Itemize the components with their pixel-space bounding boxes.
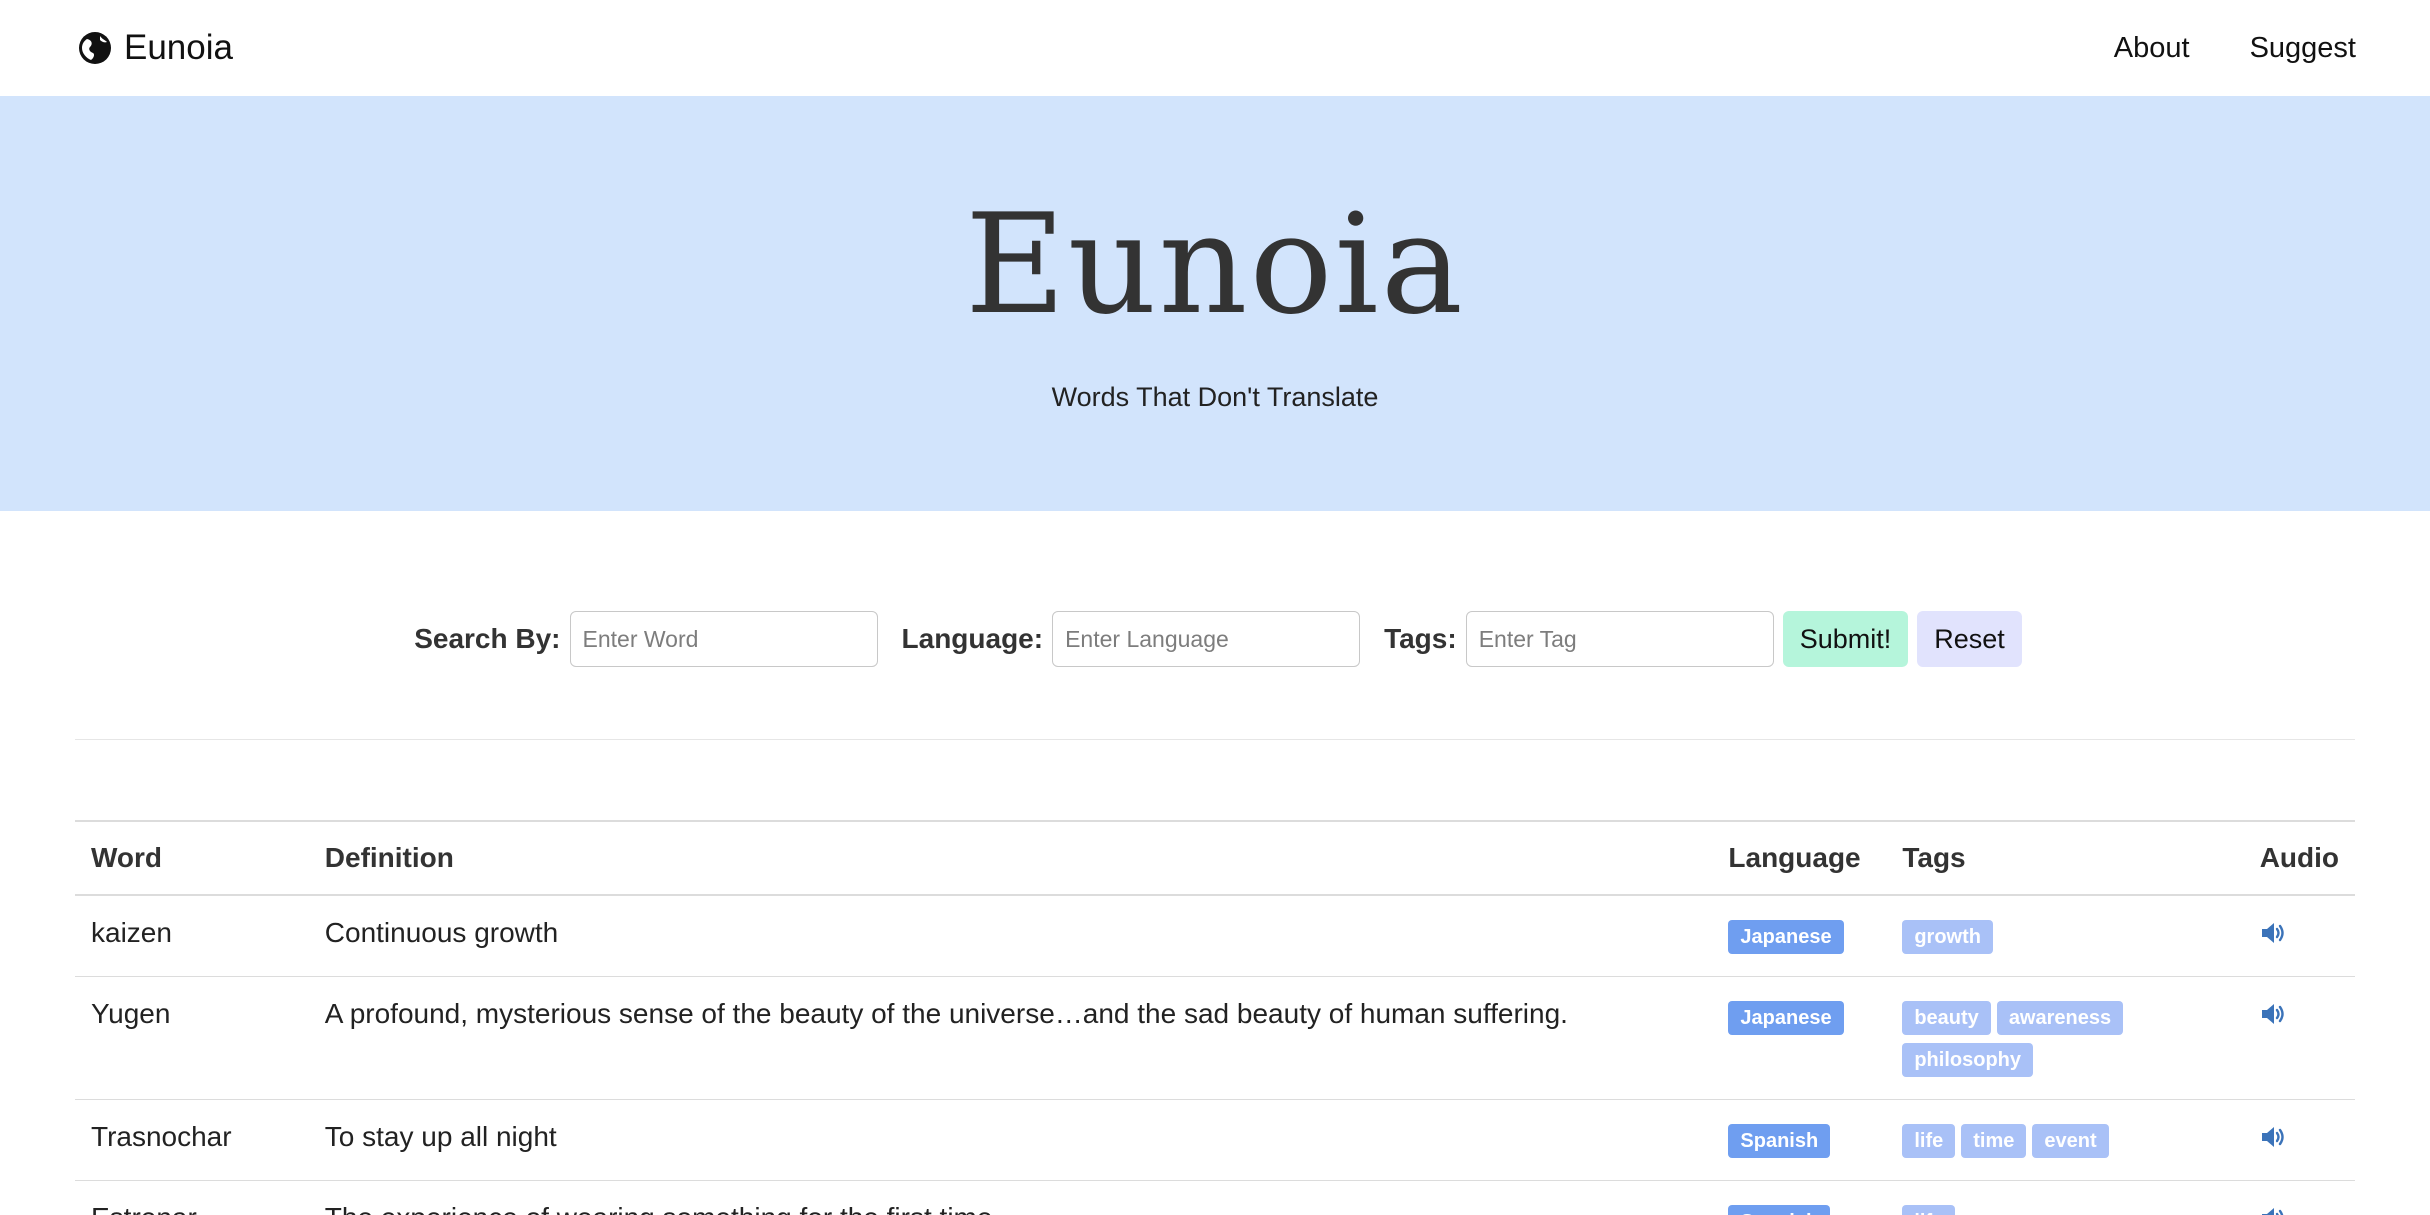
submit-button[interactable]: Submit! <box>1782 611 1909 667</box>
word-cell: Yugen <box>75 976 309 1100</box>
definition-cell: The experience of wearing something for … <box>308 1180 1713 1215</box>
language-badge[interactable]: Japanese <box>1728 1001 1844 1035</box>
table-row: kaizen Continuous growth Japanese growth <box>75 895 2355 977</box>
nav-links: About Suggest <box>2114 32 2356 65</box>
language-badge[interactable]: Spanish <box>1728 1124 1831 1158</box>
header-language: Language <box>1712 820 1887 896</box>
tags-cell: beauty awareness philosophy <box>1886 976 2244 1100</box>
table-header-row: Word Definition Language Tags Audio <box>75 820 2355 896</box>
tag-badge[interactable]: growth <box>1902 920 1993 954</box>
tag-badge[interactable]: beauty <box>1902 1001 1991 1035</box>
brand-name: Eunoia <box>124 28 233 67</box>
globe-icon <box>79 32 111 64</box>
hero-banner: Eunoia Words That Don't Translate <box>0 96 2430 511</box>
divider <box>75 739 2355 740</box>
speaker-icon[interactable] <box>2260 920 2288 946</box>
hero-subtitle: Words That Don't Translate <box>1051 382 1379 412</box>
tag-badge[interactable]: event <box>2032 1124 2109 1158</box>
definition-cell: Continuous growth <box>308 895 1713 977</box>
language-badge[interactable]: Japanese <box>1728 920 1844 954</box>
tag-badge[interactable]: time <box>1961 1124 2027 1158</box>
language-cell: Japanese <box>1712 976 1887 1100</box>
speaker-icon[interactable] <box>2260 1001 2288 1027</box>
speaker-icon[interactable] <box>2260 1124 2288 1150</box>
tags-cell: life <box>1886 1180 2244 1215</box>
language-search-input[interactable] <box>1052 611 1361 667</box>
language-badge[interactable]: Spanish <box>1728 1205 1831 1215</box>
definition-cell: To stay up all night <box>308 1099 1713 1181</box>
audio-cell <box>2243 1180 2355 1215</box>
table-row: Yugen A profound, mysterious sense of th… <box>75 976 2355 1100</box>
word-cell: Estrenar <box>75 1180 309 1215</box>
header-audio: Audio <box>2243 820 2355 896</box>
header-definition: Definition <box>308 820 1713 896</box>
tags-cell: growth <box>1886 895 2244 977</box>
words-table-container: Word Definition Language Tags Audio kaiz… <box>75 820 2355 1215</box>
tags-label: Tags: <box>1384 623 1457 654</box>
tag-badge[interactable]: life <box>1902 1205 1956 1215</box>
word-cell: kaizen <box>75 895 309 977</box>
definition-cell: A profound, mysterious sense of the beau… <box>308 976 1713 1100</box>
nav-link-about[interactable]: About <box>2114 32 2190 65</box>
tag-search-input[interactable] <box>1465 611 1774 667</box>
search-by-label: Search By: <box>414 623 561 654</box>
nav-link-suggest[interactable]: Suggest <box>2250 32 2356 65</box>
header-word: Word <box>75 820 309 896</box>
audio-cell <box>2243 976 2355 1100</box>
table-row: Estrenar The experience of wearing somet… <box>75 1180 2355 1215</box>
word-search-input[interactable] <box>569 611 878 667</box>
brand[interactable]: Eunoia <box>78 28 233 68</box>
speaker-icon[interactable] <box>2260 1205 2288 1215</box>
tag-badge[interactable]: awareness <box>1996 1001 2124 1035</box>
reset-button[interactable]: Reset <box>1917 611 2022 667</box>
word-cell: Trasnochar <box>75 1099 309 1181</box>
language-cell: Japanese <box>1712 895 1887 977</box>
words-table: Word Definition Language Tags Audio kaiz… <box>75 820 2355 1215</box>
navbar: Eunoia About Suggest <box>0 0 2430 96</box>
table-row: Trasnochar To stay up all night Spanish … <box>75 1099 2355 1181</box>
header-tags: Tags <box>1886 820 2244 896</box>
tags-cell: life time event <box>1886 1099 2244 1181</box>
audio-cell <box>2243 1099 2355 1181</box>
tag-badge[interactable]: philosophy <box>1902 1043 2034 1077</box>
language-cell: Spanish <box>1712 1099 1887 1181</box>
search-form: Search By: Language: Tags: Submit! Reset <box>0 611 2430 667</box>
language-cell: Spanish <box>1712 1180 1887 1215</box>
tag-badge[interactable]: life <box>1902 1124 1956 1158</box>
language-label: Language: <box>901 623 1044 654</box>
hero-title: Eunoia <box>965 184 1465 345</box>
audio-cell <box>2243 895 2355 977</box>
